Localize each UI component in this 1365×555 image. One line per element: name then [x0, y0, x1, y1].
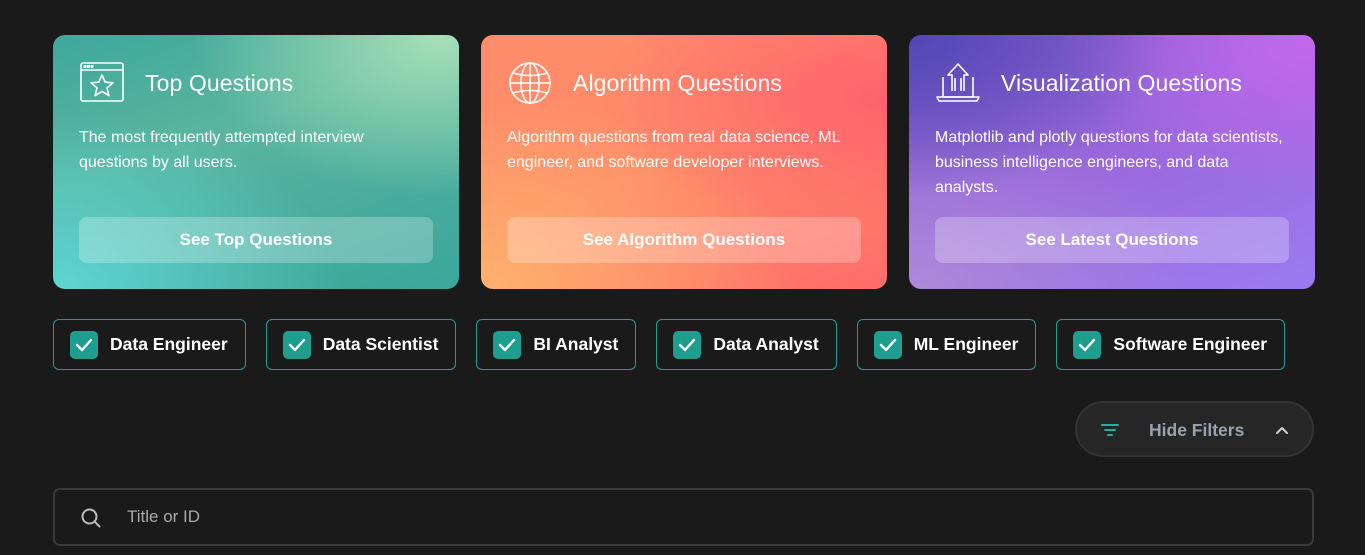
role-chip-ml-engineer[interactable]: ML Engineer	[856, 319, 1037, 370]
role-chip-label: Data Scientist	[322, 334, 439, 354]
role-chip-data-scientist[interactable]: Data Scientist	[265, 319, 457, 370]
card-header: Algorithm Questions	[507, 61, 782, 105]
role-chip-data-analyst[interactable]: Data Analyst	[656, 319, 837, 370]
role-chip-software-engineer[interactable]: Software Engineer	[1056, 319, 1286, 370]
chevron-up-icon	[1274, 422, 1290, 443]
card-title: Top Questions	[145, 69, 294, 96]
checkbox-checked-icon[interactable]	[282, 330, 311, 359]
laptop-upload-icon	[935, 61, 981, 105]
see-latest-questions-button[interactable]: See Latest Questions	[935, 217, 1289, 263]
checkbox-checked-icon[interactable]	[673, 330, 702, 359]
role-chip-label: ML Engineer	[913, 334, 1019, 354]
card-header: Visualization Questions	[935, 61, 1242, 105]
checkbox-checked-icon[interactable]	[493, 330, 522, 359]
role-filter-chips: Data Engineer Data Scientist BI Analyst …	[53, 319, 1286, 370]
question-category-cards: Top Questions The most frequently attemp…	[53, 35, 1315, 289]
search-box	[53, 488, 1314, 546]
hide-filters-button[interactable]: Hide Filters	[1075, 401, 1314, 457]
filter-lines-icon	[1100, 421, 1120, 444]
card-description: The most frequently attempted interview …	[79, 129, 364, 171]
role-chip-label: Software Engineer	[1113, 334, 1268, 354]
card-algorithm-questions: Algorithm Questions Algorithm questions …	[481, 35, 887, 289]
card-description: Algorithm questions from real data scien…	[507, 129, 840, 171]
search-icon	[80, 507, 102, 534]
card-top-questions: Top Questions The most frequently attemp…	[53, 35, 459, 289]
card-title: Algorithm Questions	[573, 69, 782, 96]
checkbox-checked-icon[interactable]	[70, 330, 98, 359]
checkbox-checked-icon[interactable]	[873, 330, 902, 359]
role-chip-label: BI Analyst	[533, 334, 619, 354]
checkbox-checked-icon[interactable]	[1073, 330, 1102, 359]
card-header: Top Questions	[79, 61, 293, 105]
browser-star-icon	[79, 61, 125, 105]
card-title: Visualization Questions	[1001, 69, 1242, 96]
see-top-questions-button[interactable]: See Top Questions	[79, 217, 433, 263]
hide-filters-label: Hide Filters	[1149, 420, 1245, 440]
see-algorithm-questions-button[interactable]: See Algorithm Questions	[507, 217, 861, 263]
globe-icon	[507, 61, 553, 105]
role-chip-bi-analyst[interactable]: BI Analyst	[476, 319, 637, 370]
role-chip-data-engineer[interactable]: Data Engineer	[53, 319, 246, 370]
card-visualization-questions: Visualization Questions Matplotlib and p…	[909, 35, 1315, 289]
search-input[interactable]	[127, 500, 1277, 534]
role-chip-label: Data Engineer	[110, 334, 228, 354]
card-description: Matplotlib and plotly questions for data…	[935, 129, 1283, 196]
role-chip-label: Data Analyst	[713, 334, 819, 354]
